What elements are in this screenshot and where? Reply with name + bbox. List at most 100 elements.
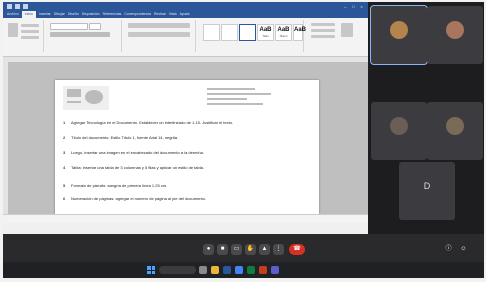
tab-referencias[interactable]: Referencias [103, 11, 122, 18]
raise-hand-icon[interactable]: ✋ [245, 244, 256, 255]
list-item: 5 Formato de párrafo: sangría de primera … [63, 183, 311, 188]
redo-icon[interactable] [23, 4, 29, 10]
vertical-ruler [3, 62, 8, 214]
list-number: 4 [63, 165, 66, 170]
minimize-icon[interactable]: – [342, 2, 349, 11]
document-area[interactable]: 1 Agregar Tecnología en el Documento. Est… [3, 62, 368, 214]
list-text: Agregar Tecnología en el Documento. Esta… [71, 120, 234, 125]
participant-tile[interactable] [370, 5, 428, 65]
undo-icon[interactable] [15, 4, 21, 10]
people-icon[interactable]: ☺ [458, 244, 469, 255]
taskbar-search[interactable] [159, 266, 196, 274]
present-icon[interactable]: ▲ [259, 244, 270, 255]
word-window: – □ × Archivo Inicio Insertar Dibujar Diseño… [3, 2, 368, 234]
tab-revisar[interactable]: Revisar [154, 11, 166, 18]
title-bar: – □ × [3, 2, 368, 11]
window-controls: – □ × [342, 2, 365, 11]
save-icon[interactable] [7, 4, 12, 10]
tab-diseño[interactable]: Diseño [68, 11, 79, 18]
powerpoint-taskbar-icon[interactable] [259, 266, 267, 274]
style-heading2[interactable]: AaB [293, 24, 307, 41]
participant-avatar [446, 117, 464, 135]
screen: – □ × Archivo Inicio Insertar Dibujar Diseño… [3, 2, 484, 278]
tab-insertar[interactable]: Insertar [39, 11, 51, 18]
list-item: 2 Título del documento: Estilo Título 1, … [63, 135, 311, 140]
font-size-select[interactable] [89, 23, 101, 30]
participant-tile[interactable]: D [399, 162, 455, 220]
style-normal[interactable] [203, 24, 220, 41]
participant-tile[interactable] [371, 102, 427, 160]
participant-avatar [390, 117, 408, 135]
list-number: 2 [63, 135, 66, 140]
tab-disposición[interactable]: Disposición [82, 11, 100, 18]
tab-dibujar[interactable]: Dibujar [54, 11, 65, 18]
dictate-button[interactable] [341, 23, 353, 37]
clipboard-group [5, 20, 44, 52]
list-item: 3 Luego, insertar una imagen en el encabe… [63, 150, 311, 155]
cut-button[interactable] [21, 24, 39, 27]
styles-group: AaB Título AaB Título 1 AaB [199, 20, 307, 52]
list-item: 4 Tabla: insertar una tabla de 3 columnas… [63, 165, 311, 170]
document-page[interactable]: 1 Agregar Tecnología en el Documento. Est… [55, 80, 319, 214]
chrome-taskbar-icon[interactable] [235, 266, 243, 274]
tab-archivo[interactable]: Archivo [7, 11, 19, 18]
list-number: 3 [63, 150, 66, 155]
close-icon[interactable]: × [358, 2, 365, 11]
participant-avatar [390, 21, 408, 39]
participant-avatar [446, 21, 464, 39]
list-number: 5 [63, 183, 66, 188]
status-bar [3, 214, 368, 223]
info-icon[interactable]: ⓘ [443, 244, 454, 255]
style-heading[interactable] [239, 24, 256, 41]
teams-taskbar-icon[interactable] [271, 266, 279, 274]
editing-group [307, 20, 363, 52]
style-title[interactable]: AaB Título [257, 24, 274, 41]
paste-button[interactable] [8, 23, 18, 37]
align-buttons-row[interactable] [128, 32, 190, 37]
start-icon[interactable] [147, 266, 155, 274]
font-name-select[interactable] [50, 23, 88, 30]
file-explorer-icon[interactable] [211, 266, 219, 274]
participant-tile[interactable] [427, 6, 483, 64]
tab-correspondencia[interactable]: Correspondencia [124, 11, 151, 18]
format-painter-button[interactable] [21, 36, 39, 39]
word-taskbar-icon[interactable] [223, 266, 231, 274]
list-buttons-row[interactable] [128, 23, 190, 28]
style-label: Título [262, 35, 269, 38]
participant-initial: D [418, 177, 436, 195]
paragraph-group [125, 20, 196, 52]
list-text: Tabla: insertar una tabla de 3 columnas … [71, 165, 204, 170]
style-sample: AaB [277, 27, 290, 33]
select-button[interactable] [311, 35, 335, 38]
list-text: Numeración de páginas: agregar el número… [71, 196, 206, 201]
maximize-icon[interactable]: □ [350, 2, 357, 11]
end-call-button[interactable]: ☎ [289, 244, 305, 255]
style-no-spacing[interactable] [221, 24, 238, 41]
list-number: 6 [63, 196, 66, 201]
style-sample: AaB [259, 27, 272, 33]
list-text: Título del documento: Estilo Título 1, f… [71, 135, 179, 140]
find-button[interactable] [311, 23, 335, 26]
style-sample: AaB [294, 27, 307, 33]
participant-tile[interactable] [427, 102, 483, 160]
ribbon: AaB Título AaB Título 1 AaB [3, 18, 368, 57]
task-view-icon[interactable] [199, 266, 207, 274]
tab-ayuda[interactable]: Ayuda [180, 11, 190, 18]
style-label: Título 1 [279, 35, 288, 38]
excel-taskbar-icon[interactable] [247, 266, 255, 274]
style-heading1[interactable]: AaB Título 1 [275, 24, 292, 41]
list-text: Luego, insertar una imagen en el encabez… [71, 150, 204, 155]
mic-icon[interactable]: ● [203, 244, 214, 255]
list-text: Formato de párrafo: sangría de primera l… [71, 183, 168, 188]
tab-inicio[interactable]: Inicio [21, 11, 36, 18]
list-item: 1 Agregar Tecnología en el Documento. Est… [63, 120, 311, 125]
replace-button[interactable] [311, 29, 335, 32]
list-number: 1 [63, 120, 66, 125]
format-buttons-row[interactable] [50, 32, 110, 37]
more-options-icon[interactable]: ⋮ [273, 244, 284, 255]
copy-button[interactable] [21, 30, 39, 33]
captions-icon[interactable]: ▭ [231, 244, 242, 255]
camera-icon[interactable]: ■ [217, 244, 228, 255]
tab-vista[interactable]: Vista [169, 11, 177, 18]
font-group [47, 20, 122, 52]
